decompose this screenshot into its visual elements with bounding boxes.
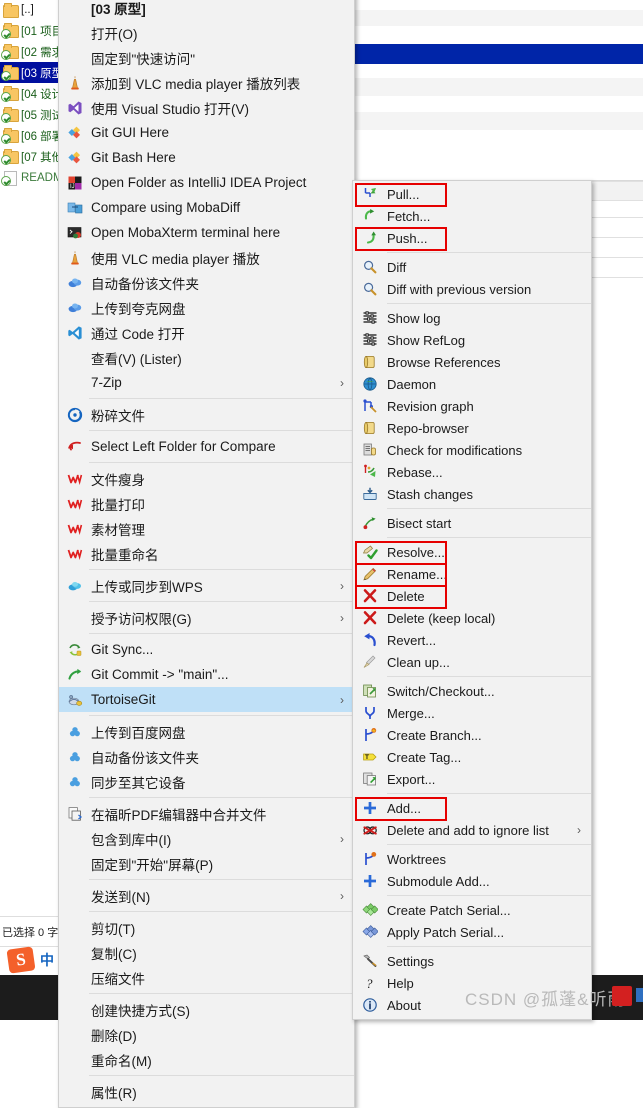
context-menu-label: 属性(R) [91,1085,137,1101]
context-menu-item-50[interactable]: 重命名(M) [59,1047,354,1072]
tray-icon-secondary[interactable] [636,988,643,1002]
context-menu-item-52[interactable]: 属性(R) [59,1079,354,1104]
context-menu-label: 删除(D) [91,1028,137,1044]
watermark-layer: CSDN @孤蓬&听雨 [0,0,643,1020]
menu-separator [89,1075,354,1076]
context-menu-label: 重命名(M) [91,1053,152,1069]
context-menu-item-49[interactable]: 删除(D) [59,1022,354,1047]
csdn-watermark: CSDN @孤蓬&听雨 [465,990,626,1009]
ime-tray-icon[interactable] [612,986,632,1006]
